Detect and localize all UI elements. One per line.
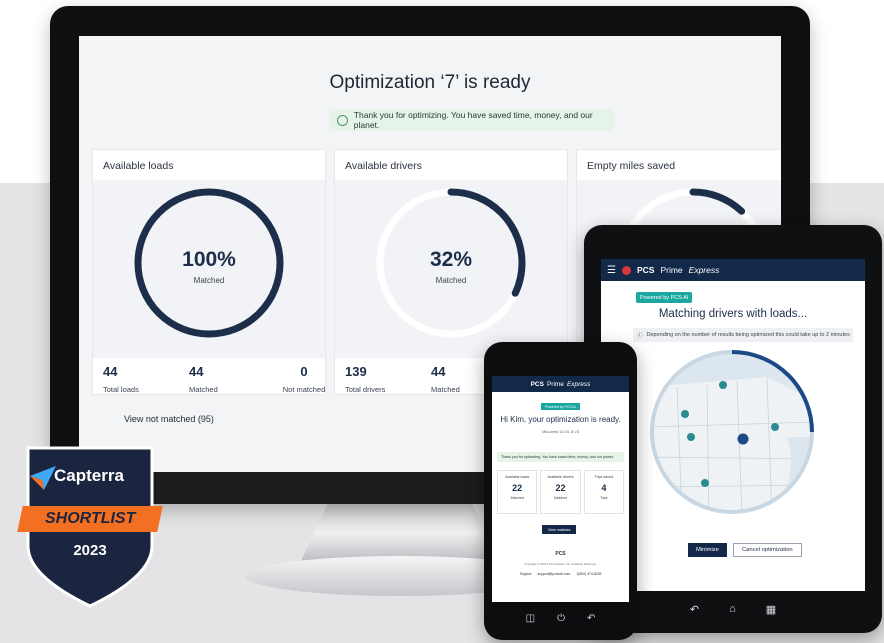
map-pin [719,381,727,389]
stat-value: 44 [189,364,204,379]
back-icon[interactable]: ↶ [690,603,699,616]
stat-total-drivers: 139 Total drivers [345,364,415,394]
map-land [652,376,812,512]
stat-label: Total loads [103,385,139,394]
badge-ribbon: SHORTLIST [17,506,163,532]
thanks-banner: Thank you for optimizing. You have saved… [329,109,614,131]
view-not-matched-link[interactable]: View not matched (95) [124,414,214,424]
ring-percent: 100% [182,248,236,271]
thanks-text: Thank you for optimizing. You have saved… [353,110,593,130]
hamburger-icon[interactable]: ☰ [607,265,616,276]
stat-label: Matched [189,385,218,394]
phone-subtitle: Mid-west 11.04, 8:23 [542,429,579,434]
phone-header: PCS Prime Express [492,376,629,392]
summary-label: Trips [600,496,608,500]
ai-badge: Powered by PCS AI [636,292,693,303]
recents-icon[interactable]: ◫ [526,613,535,624]
summary-title: Available loads [505,475,530,479]
support-phone[interactable]: 1(800) 474-8239 [576,572,601,576]
info-icon: ⓘ [637,333,643,339]
summary-value: 22 [512,483,523,493]
cancel-optimization-button[interactable]: Cancel optimization [733,543,802,557]
summary-value: 22 [555,483,566,493]
summary-card: Available loads 22 Matched [497,470,538,514]
phone-summary-cards: Available loads 22 Matched Available dri… [497,470,624,514]
leaf-icon [337,114,348,126]
summary-title: Trips saved [594,475,614,479]
summary-card: Available drivers 22 Matched [540,470,581,514]
brand-logo: PCS [530,380,544,388]
summary-card: Trips saved 4 Trips [583,470,624,514]
ring-area: 100% Matched [93,180,325,358]
product-name: Prime [660,265,683,275]
ring-area: 32% Matched [335,180,567,358]
badge-year: 2023 [73,542,107,559]
capterra-badge: Capterra SHORTLIST 2023 [16,446,164,610]
tablet-header: ☰ PCS Prime Express [601,259,865,281]
view-matches-button[interactable]: View matches [542,525,577,534]
product-suffix: Express [566,380,591,388]
support-label: Support [519,572,532,576]
stat-value: 44 [103,364,118,379]
summary-title: Available drivers [547,475,574,479]
back-icon[interactable]: ↶ [587,613,595,624]
capterra-logo-icon [30,466,56,490]
info-note: ⓘ Depending on the number of results bei… [633,328,853,342]
phone-nav-bar: ◫ ⏻ ↶ [484,613,637,624]
ai-badge: Powered by PCS AI [541,403,580,410]
home-icon[interactable]: ⌂ [729,603,736,615]
ring-label: Matched [193,276,225,285]
stat-matched: 44 Matched [189,364,259,394]
stat-value: 0 [300,364,308,379]
minimize-button[interactable]: Minimize [688,543,727,557]
thanks-banner: Thank you for optimizing. You have saved… [497,452,624,462]
support-row: Support support@pcssoft.com 1(800) 474-8… [492,572,629,576]
product-suffix: Express [688,265,720,275]
stat-label: Not matched [282,385,326,394]
summary-value: 4 [601,483,607,493]
stat-total-loads: 44 Total loads [103,364,173,394]
page-title: Optimization ‘7’ is ready [329,72,531,93]
map-pin [681,410,689,418]
copyright-text: Copyright © 2022 PCS Software, Inc. All … [524,562,597,566]
summary-label: Matched [510,496,524,500]
footer-logo: PCS [555,551,566,557]
stat-label: Total drivers [345,385,386,394]
info-note-text: Depending on the number of results being… [646,332,850,338]
tablet-screen: ☰ PCS Prime Express Powered by PCS AI Ma… [601,259,865,591]
ring-percent: 32% [429,248,473,271]
badge-brand: Capterra [54,466,124,485]
map-pin [687,433,695,441]
stat-value: 139 [345,364,367,379]
summary-label: Matched [553,496,567,500]
monitor-stand [300,503,500,563]
phone-title: Hi Kim, your optimization is ready. [500,415,621,424]
phone-device: PCS Prime Express Powered by PCS AI Hi K… [484,342,637,640]
stat-not-matched: 0 Not matched [269,364,339,394]
card-title: Available loads [103,160,174,172]
power-icon[interactable]: ⏻ [557,613,565,624]
brand-logo: PCS [636,265,655,275]
ring-label: Matched [435,276,467,285]
tablet-title: Matching drivers with loads... [658,308,808,320]
map-pin [701,479,709,487]
support-email[interactable]: support@pcssoft.com [537,572,570,576]
map-center-pin [737,433,749,445]
alert-icon [621,265,631,275]
card-title: Empty miles saved [587,160,676,172]
map-progress [650,350,814,514]
apps-icon[interactable]: ▦ [766,603,776,616]
card-title: Available drivers [345,160,422,172]
product-name: Prime [546,380,564,388]
available-loads-card: Available loads 100% Matched 44 Total lo… [92,149,326,395]
map-pin [771,423,779,431]
phone-screen: PCS Prime Express Powered by PCS AI Hi K… [492,376,629,602]
badge-ribbon-text: SHORTLIST [44,510,136,527]
